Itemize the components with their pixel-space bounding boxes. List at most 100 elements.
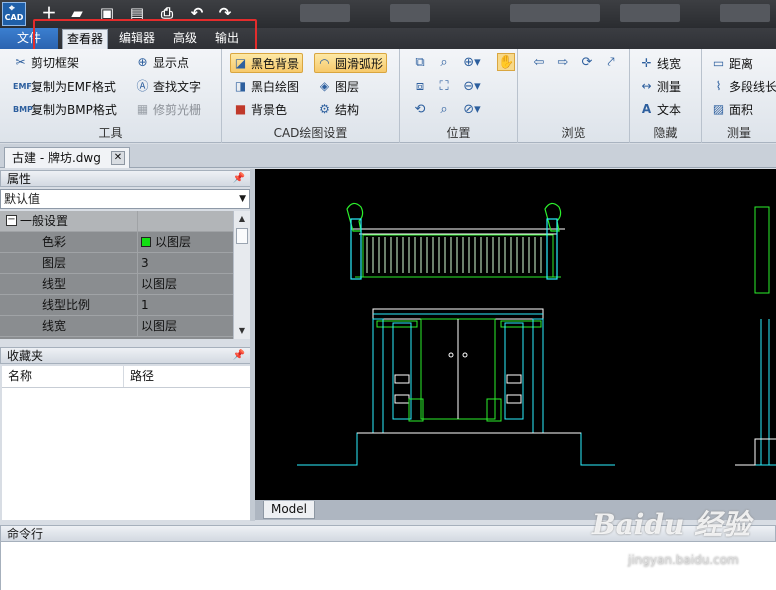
property-value[interactable]: 以图层	[139, 316, 233, 336]
save-icon[interactable]: ▣	[98, 4, 116, 22]
property-row-layer[interactable]: 图层 3	[0, 253, 233, 274]
command-line-input[interactable]	[0, 542, 776, 590]
cad-drawing	[297, 202, 776, 466]
bw-drawing-button[interactable]: ◨ 黑白绘图	[230, 76, 303, 96]
dimension-label: 测量	[657, 80, 682, 94]
property-value[interactable]: 1	[139, 295, 233, 315]
save-as-icon[interactable]: ▤	[128, 4, 146, 22]
fit-to-window-icon[interactable]: ⛶	[435, 78, 453, 96]
ridge-ornament-left	[346, 202, 364, 280]
property-row-linetype-scale[interactable]: 线型比例 1	[0, 295, 233, 316]
blurred-region	[510, 4, 600, 22]
redo-icon[interactable]: ↷	[216, 4, 234, 22]
zoom-out-icon[interactable]: ⊖▾	[463, 78, 481, 96]
tab-advanced[interactable]: 高级	[166, 28, 204, 49]
print-icon[interactable]: ⎙	[158, 4, 176, 22]
favorites-list	[2, 388, 250, 520]
tab-viewer[interactable]: 查看器	[62, 29, 108, 49]
property-scrollbar[interactable]: ▲ ▼	[233, 211, 250, 339]
property-value[interactable]: 以图层	[139, 274, 233, 294]
text-button[interactable]: A 文本	[636, 99, 685, 119]
group-hide: ✛ 线宽 ↔ 测量 A 文本 隐藏	[630, 49, 702, 143]
close-icon[interactable]: ✕	[111, 151, 125, 165]
zoom-window-icon[interactable]: ⌕	[435, 54, 453, 72]
properties-preset-select[interactable]: 默认值 ▼	[0, 189, 250, 209]
show-points-button[interactable]: ⊕ 显示点	[132, 52, 193, 72]
line-width-button[interactable]: ✛ 线宽	[636, 53, 685, 73]
tab-file[interactable]: 文件	[0, 28, 58, 49]
property-value-text: 以图层	[155, 235, 192, 249]
clip-frame-button[interactable]: ✂ 剪切框架	[10, 52, 83, 72]
line-width-icon: ✛	[641, 56, 652, 70]
group-position: ⧉ ⌕ ⊕▾ ✋ ⧈ ⛶ ⊖▾ ⟲ ⌕ ⊘▾ 位置	[400, 49, 518, 143]
scroll-up-icon[interactable]: ▲	[234, 212, 250, 226]
undo-icon[interactable]: ↶	[188, 4, 206, 22]
zoom-fit-icon[interactable]: ⧉	[411, 54, 429, 72]
area-button[interactable]: ▨ 面积	[708, 99, 757, 119]
new-icon[interactable]: ＋	[40, 4, 58, 22]
rotate-icon[interactable]: ⟲	[411, 101, 429, 119]
secondary-drawing	[735, 206, 776, 466]
ground-line	[297, 432, 776, 466]
app-logo[interactable]: CAD	[2, 0, 26, 26]
refresh-icon[interactable]: ⟳	[578, 54, 596, 72]
layers-button[interactable]: ◈ 图层	[314, 76, 363, 96]
command-line-title: 命令行	[7, 527, 44, 541]
zoom-extents-icon[interactable]: ⧈	[411, 78, 429, 96]
find-text-button[interactable]: Ⓐ 查找文字	[132, 76, 205, 96]
arrow-right-icon[interactable]: ⇨	[554, 54, 572, 72]
arrow-left-icon[interactable]: ⇦	[530, 54, 548, 72]
background-color-button[interactable]: ■ 背景色	[230, 99, 291, 119]
zoom-previous-icon[interactable]: ⌕	[435, 101, 453, 119]
group-measure: ▭ 距离 ⌇ 多段线长 ▨ 面积 测量	[702, 49, 776, 143]
property-value[interactable]: 3	[139, 253, 233, 273]
polyline-icon: ⌇	[715, 79, 722, 93]
text-label: 文本	[657, 103, 682, 117]
dimension-button[interactable]: ↔ 测量	[636, 76, 685, 96]
polyline-length-label: 多段线长	[729, 80, 776, 94]
drawing-canvas[interactable]	[255, 169, 776, 500]
copy-emf-button[interactable]: EMF 复制为EMF格式	[10, 76, 120, 96]
structure-button[interactable]: ⚙ 结构	[314, 99, 363, 119]
ribbon-tab-bar: 文件 查看器 编辑器 高级 输出	[0, 28, 776, 49]
line-width-label: 线宽	[657, 57, 682, 71]
property-row-linetype[interactable]: 线型 以图层	[0, 274, 233, 295]
copy-bmp-button[interactable]: BMP 复制为BMP格式	[10, 99, 121, 119]
property-name: 线宽	[0, 316, 138, 336]
column-name[interactable]: 名称	[2, 366, 124, 387]
black-background-label: 黑色背景	[251, 57, 300, 71]
group-browse: ⇦ ⇨ ⟳ ⤤ 浏览	[518, 49, 630, 143]
export-icon[interactable]: ⤤	[602, 54, 620, 72]
trim-raster-button[interactable]: ▦ 修剪光栅	[132, 99, 205, 119]
distance-label: 距离	[729, 57, 754, 71]
tab-model[interactable]: Model	[263, 501, 315, 519]
black-background-button[interactable]: ◪ 黑色背景	[230, 53, 304, 73]
property-name: 色彩	[0, 232, 138, 252]
zoom-options-icon[interactable]: ⊘▾	[463, 101, 481, 119]
property-name: 图层	[0, 253, 138, 273]
property-row-lineweight[interactable]: 线宽 以图层	[0, 316, 233, 337]
properties-header: 属性 📌	[0, 170, 252, 187]
tab-editor[interactable]: 编辑器	[112, 28, 162, 49]
pin-icon[interactable]: 📌	[233, 171, 245, 187]
open-icon[interactable]: ▰	[68, 4, 86, 22]
scroll-down-icon[interactable]: ▼	[234, 324, 250, 338]
property-value[interactable]: 以图层	[139, 232, 233, 252]
polyline-length-button[interactable]: ⌇ 多段线长	[708, 76, 776, 96]
tab-output[interactable]: 输出	[208, 28, 246, 49]
palette-icon: ■	[234, 102, 247, 116]
pin-icon[interactable]: 📌	[233, 348, 245, 364]
distance-button[interactable]: ▭ 距离	[708, 53, 757, 73]
document-tab[interactable]: 古建 - 牌坊.dwg ✕	[4, 147, 130, 168]
pan-hand-icon[interactable]: ✋	[497, 53, 515, 71]
property-row-color[interactable]: 色彩 以图层	[0, 232, 233, 253]
area-icon: ▨	[712, 102, 725, 116]
property-category[interactable]: − 一般设置	[0, 211, 233, 232]
column-path[interactable]: 路径	[124, 366, 250, 387]
clip-frame-label: 剪切框架	[31, 56, 80, 70]
crosshair-icon: ⊕	[137, 55, 148, 69]
zoom-in-icon[interactable]: ⊕▾	[463, 54, 481, 72]
smooth-arcs-button[interactable]: ◠ 圆滑弧形	[314, 53, 388, 73]
scroll-thumb[interactable]	[236, 228, 248, 244]
properties-preset-value: 默认值	[4, 192, 41, 206]
